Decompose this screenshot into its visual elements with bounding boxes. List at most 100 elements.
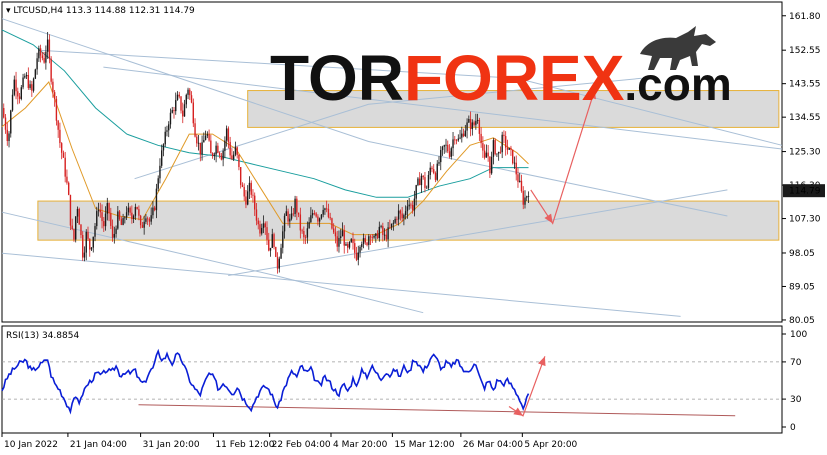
candle-body-43 bbox=[76, 208, 79, 217]
candle-body-209 bbox=[368, 236, 370, 245]
candle-body-141 bbox=[248, 182, 251, 192]
candle-body-154 bbox=[271, 234, 273, 248]
candle-body-132 bbox=[232, 154, 235, 160]
candle-body-38 bbox=[67, 182, 70, 195]
candle-body-220 bbox=[387, 227, 389, 240]
candle-body-37 bbox=[66, 176, 68, 183]
candle-body-217 bbox=[382, 226, 384, 235]
candle-body-74 bbox=[131, 212, 133, 220]
rsi-tick-label-1: 70 bbox=[790, 358, 802, 368]
candle-body-25 bbox=[45, 51, 47, 63]
candle-body-114 bbox=[201, 142, 203, 155]
price-tick-label-8: 89.05 bbox=[789, 282, 815, 292]
logo-part-tor: TOR bbox=[270, 42, 404, 114]
candle-body-253 bbox=[445, 144, 447, 146]
candle-body-96 bbox=[169, 112, 172, 125]
candle-body-199 bbox=[350, 239, 352, 242]
candle-body-137 bbox=[241, 184, 244, 187]
candle-body-244 bbox=[429, 167, 431, 175]
candle-body-260 bbox=[457, 138, 459, 141]
candle-body-236 bbox=[415, 185, 417, 199]
candle-body-110 bbox=[194, 123, 196, 137]
candle-body-295 bbox=[519, 180, 521, 182]
candle-body-150 bbox=[264, 223, 266, 228]
candle-body-12 bbox=[22, 77, 24, 88]
price-tick-label-1: 152.55 bbox=[789, 46, 821, 56]
candle-body-279 bbox=[490, 156, 493, 174]
price-tick-label-7: 98.05 bbox=[789, 249, 815, 259]
candle-body-8 bbox=[15, 79, 17, 92]
candle-body-205 bbox=[361, 244, 363, 247]
candle-body-213 bbox=[375, 233, 377, 236]
candle-body-283 bbox=[497, 151, 500, 154]
candle-body-115 bbox=[203, 139, 205, 143]
candle-body-72 bbox=[127, 207, 130, 213]
candle-body-59 bbox=[104, 213, 107, 227]
symbol-label: ▾ LTCUSD,H4 113.3 114.88 112.31 114.79 bbox=[6, 6, 195, 16]
candle-body-246 bbox=[433, 169, 435, 174]
candle-body-262 bbox=[461, 133, 463, 138]
candle-body-41 bbox=[73, 229, 75, 240]
ohlc-low: 112.31 bbox=[129, 6, 161, 16]
candle-body-267 bbox=[469, 119, 472, 130]
candle-body-116 bbox=[204, 135, 207, 140]
candle-body-51 bbox=[90, 247, 93, 250]
candle-body-296 bbox=[520, 180, 523, 191]
candle-body-95 bbox=[168, 124, 170, 131]
candle-body-226 bbox=[397, 210, 400, 220]
candle-body-113 bbox=[199, 142, 202, 155]
candle-body-237 bbox=[417, 178, 419, 186]
candle-body-49 bbox=[87, 231, 89, 239]
candle-body-156 bbox=[275, 246, 277, 257]
candle-body-75 bbox=[132, 215, 135, 220]
candle-body-166 bbox=[292, 213, 295, 215]
candle-body-175 bbox=[308, 222, 310, 229]
candle-body-6 bbox=[11, 94, 14, 111]
candle-body-139 bbox=[245, 196, 247, 205]
candle-body-64 bbox=[113, 233, 116, 238]
candle-body-104 bbox=[183, 104, 186, 117]
candle-body-221 bbox=[389, 227, 391, 229]
candle-body-128 bbox=[225, 128, 228, 141]
candle-body-247 bbox=[434, 173, 437, 180]
candle-body-162 bbox=[285, 211, 288, 216]
candle-body-269 bbox=[473, 122, 475, 125]
candle-body-174 bbox=[306, 228, 309, 238]
time-tick-label-4: 22 Feb 04:00 bbox=[272, 440, 331, 450]
candle-body-125 bbox=[220, 155, 223, 160]
candle-body-22 bbox=[39, 48, 42, 56]
candle-body-52 bbox=[92, 236, 94, 248]
candle-body-287 bbox=[504, 136, 507, 148]
candle-body-9 bbox=[17, 91, 19, 97]
candle-body-273 bbox=[480, 133, 482, 144]
candle-body-214 bbox=[376, 233, 379, 239]
candle-body-293 bbox=[515, 162, 517, 175]
candle-body-200 bbox=[352, 239, 354, 244]
candle-body-102 bbox=[180, 96, 182, 111]
candle-body-103 bbox=[182, 110, 184, 117]
current-price-tag: 114.79 bbox=[783, 184, 825, 198]
candle-body-190 bbox=[334, 232, 337, 237]
candle-body-229 bbox=[403, 215, 405, 219]
candle-body-127 bbox=[224, 140, 226, 151]
price-tick-label-0: 161.80 bbox=[789, 12, 821, 22]
candle-body-120 bbox=[211, 153, 214, 157]
candle-body-184 bbox=[324, 208, 326, 210]
candle-body-91 bbox=[161, 150, 163, 166]
candle-body-170 bbox=[299, 214, 302, 231]
candle-body-4 bbox=[8, 133, 10, 142]
candle-body-39 bbox=[69, 194, 72, 226]
candle-body-71 bbox=[125, 212, 128, 218]
candle-body-259 bbox=[455, 140, 458, 142]
candle-body-79 bbox=[139, 215, 142, 226]
candle-body-231 bbox=[406, 206, 409, 212]
candle-body-28 bbox=[50, 58, 52, 82]
candle-body-89 bbox=[157, 178, 159, 189]
candle-body-186 bbox=[327, 208, 330, 218]
candle-body-230 bbox=[404, 211, 407, 216]
candle-body-212 bbox=[373, 235, 375, 238]
candle-body-21 bbox=[38, 48, 40, 59]
candle-body-178 bbox=[313, 213, 316, 214]
candle-body-66 bbox=[117, 211, 119, 229]
candle-body-30 bbox=[53, 92, 56, 99]
